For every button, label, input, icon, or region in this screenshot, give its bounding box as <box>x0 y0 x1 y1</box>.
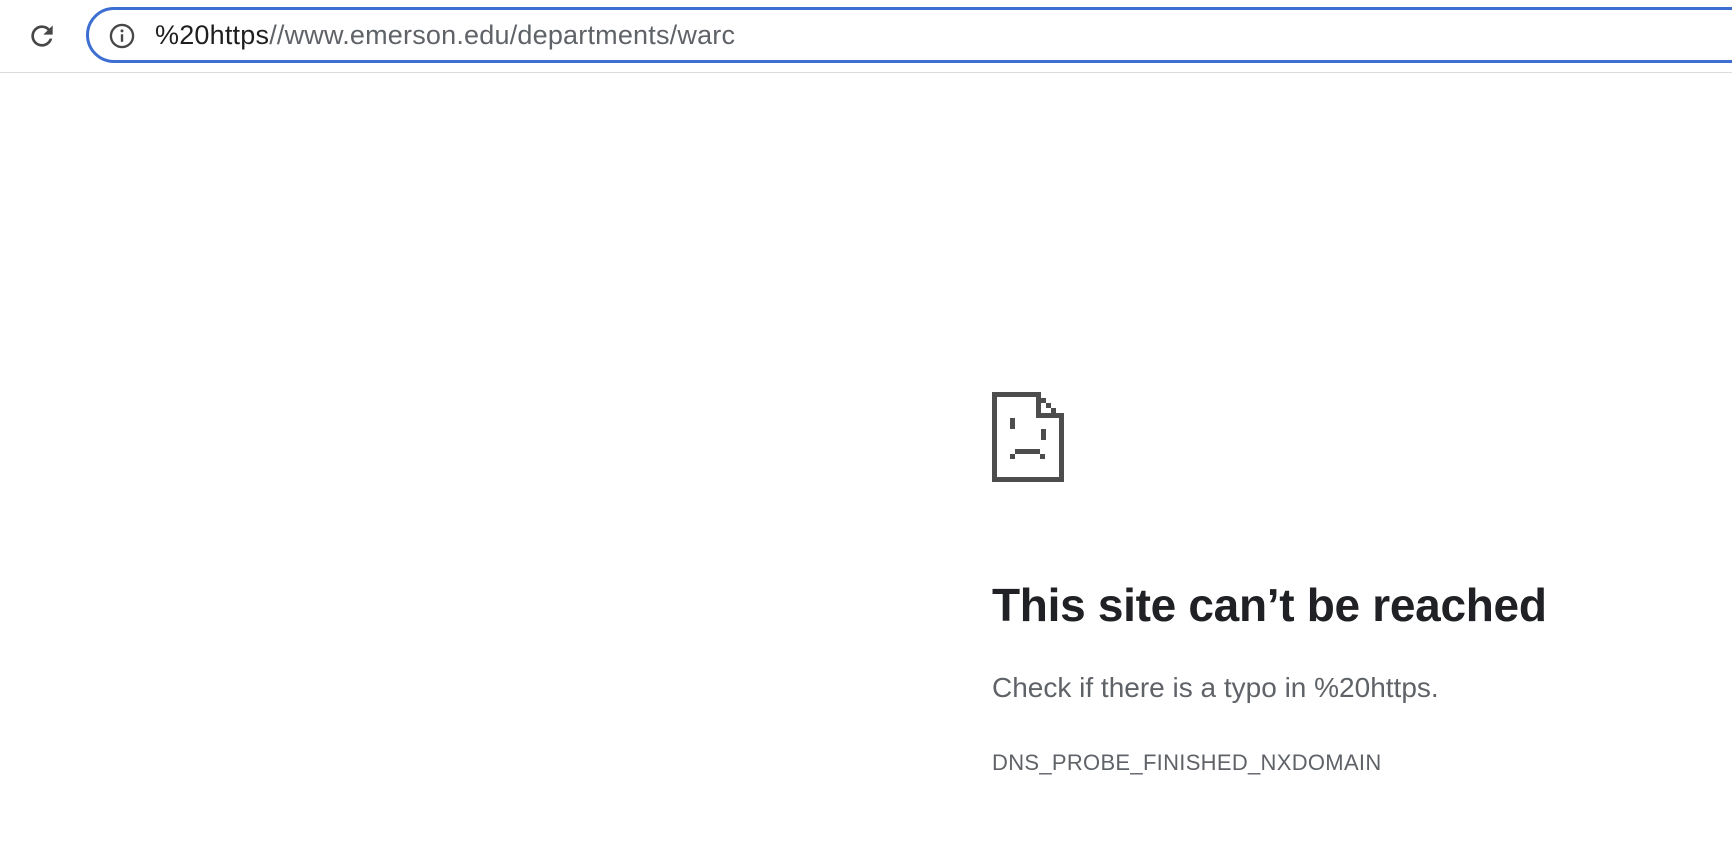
info-icon <box>109 23 135 49</box>
site-info-button[interactable] <box>108 22 136 50</box>
url-text[interactable]: %20https//www.emerson.edu/departments/wa… <box>155 10 735 60</box>
reload-icon <box>31 25 53 47</box>
error-suggestion: Check if there is a typo in %20https. <box>992 672 1439 703</box>
url-host: %20https <box>155 20 270 50</box>
error-code: DNS_PROBE_FINISHED_NXDOMAIN <box>992 750 1382 775</box>
url-path: //www.emerson.edu/departments/warc <box>269 20 736 50</box>
address-bar[interactable]: %20https//www.emerson.edu/departments/wa… <box>86 7 1732 63</box>
browser-toolbar: %20https//www.emerson.edu/departments/wa… <box>0 0 1732 73</box>
reload-button[interactable] <box>22 16 62 56</box>
sad-page-icon <box>992 392 1064 482</box>
error-title: This site can’t be reached <box>992 579 1547 631</box>
